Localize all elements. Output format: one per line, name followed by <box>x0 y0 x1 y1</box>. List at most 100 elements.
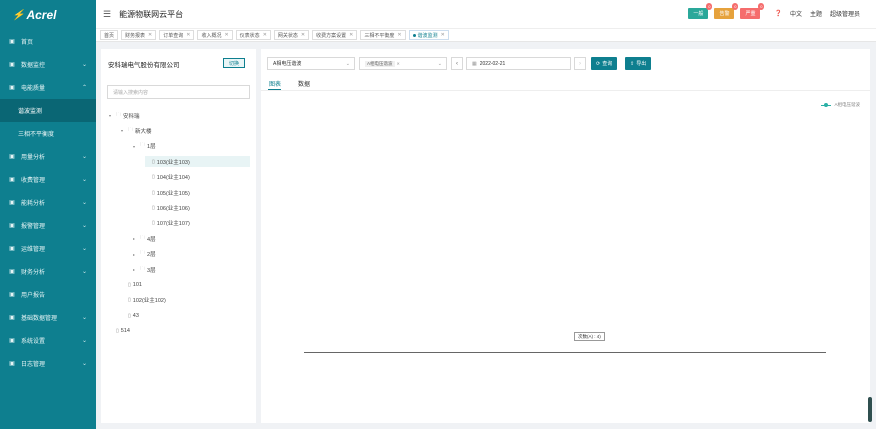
sidebar-item[interactable]: ▣ 财务分析 ⌄ <box>0 260 96 283</box>
chart-tooltip: 次数(A) : 4) <box>574 332 605 341</box>
tab-item[interactable]: 订单查询 ✕ <box>159 30 195 40</box>
tree-node[interactable]: ▯ 105(业主105) <box>145 187 250 198</box>
caret-down-icon[interactable]: ▾ <box>109 113 116 118</box>
sidebar-item[interactable]: ▣ 电能质量 ⌃ <box>0 76 96 99</box>
page-scrollbar[interactable] <box>868 397 872 422</box>
tab-close-icon[interactable]: ✕ <box>441 32 445 38</box>
sidebar-item[interactable]: ▣ 用户报告 <box>0 283 96 306</box>
sidebar-item[interactable]: ▣ 报警管理 ⌄ <box>0 214 96 237</box>
tree-node[interactable]: ▯ 514 <box>109 326 250 337</box>
tab-close-icon[interactable]: ✕ <box>224 32 228 38</box>
tab-close-icon[interactable]: ✕ <box>397 32 401 38</box>
menu-toggle-icon[interactable]: ☰ <box>103 9 111 20</box>
tab-item[interactable]: 网关状态 ✕ <box>273 30 310 40</box>
tree-node[interactable]: ▾ 🗀 1层 <box>133 141 250 152</box>
alert-badge-label: 严重 <box>745 11 756 17</box>
chevron-down-icon: ⌄ <box>81 177 87 183</box>
chart-legend[interactable]: A相电压谐波 <box>821 102 860 108</box>
caret-down-icon[interactable]: ▾ <box>133 144 140 149</box>
tree-search-input[interactable]: 请输入搜索内容 <box>107 85 250 99</box>
tab-item[interactable]: 仪表状态 ✕ <box>235 30 271 40</box>
calendar-icon: ▦ <box>472 60 477 67</box>
tree-node[interactable]: ▸ 🗀 3层 <box>133 264 250 275</box>
sidebar-item[interactable]: ▣ 能耗分析 ⌄ <box>0 191 96 214</box>
sidebar-subitem[interactable]: 三相不平衡度 <box>0 122 96 145</box>
tab-close-icon[interactable]: ✕ <box>148 32 152 38</box>
sidebar-item[interactable]: ▣ 基础数据管理 ⌄ <box>0 306 96 329</box>
sidebar-item[interactable]: ▣ 首页 <box>0 30 96 53</box>
user-menu[interactable]: 超级管理员 <box>830 9 860 18</box>
caret-down-icon[interactable]: ▾ <box>121 128 128 133</box>
tree-node-label: 2层 <box>147 252 156 259</box>
parameter-select[interactable]: A相电压谐波 ⌄ <box>267 57 355 70</box>
tree-node[interactable]: ▾ 🗀 安科瑞 <box>109 110 250 121</box>
maintenance-icon: ▣ <box>9 246 15 252</box>
tab-item[interactable]: 首页 <box>100 30 119 40</box>
date-picker[interactable]: ▦ 2022-02-21 <box>466 57 571 70</box>
tab-close-icon[interactable]: ✕ <box>186 32 190 38</box>
alert-badge-button[interactable]: 告警 0 <box>714 3 739 19</box>
sidebar-item[interactable]: ▣ 收费管理 ⌄ <box>0 168 96 191</box>
tree-node-label: 103(业主103) <box>156 159 190 166</box>
meter-icon: ▯ <box>152 158 155 165</box>
sidebar-subitem[interactable]: 谐波监测 <box>0 99 96 122</box>
tree-node[interactable]: ▯ 101 <box>121 279 250 290</box>
tree-node-label: 新大楼 <box>135 128 152 135</box>
theme-select[interactable]: 主题 <box>810 9 822 18</box>
tree-node[interactable]: ▯ 102(业主102) <box>121 295 250 306</box>
tab-item[interactable]: 三相不平衡度 ✕ <box>360 30 406 40</box>
language-select[interactable]: 中文 <box>790 9 802 18</box>
export-button[interactable]: ⇪ 导出 <box>625 57 652 70</box>
date-value: 2022-02-21 <box>479 60 506 67</box>
report-icon: ▣ <box>9 292 15 298</box>
tree-node[interactable]: ▯ 104(业主104) <box>145 172 250 183</box>
tab-close-icon[interactable]: ✕ <box>349 32 353 38</box>
chevron-down-icon: ⌄ <box>437 60 442 67</box>
alert-badge-label: 一般 <box>693 11 704 17</box>
help-icon[interactable]: ❓ <box>774 10 781 17</box>
tab-data[interactable]: 数据 <box>298 79 310 88</box>
sidebar-item-label: 用量分析 <box>21 155 46 161</box>
sidebar-item[interactable]: ▣ 数据监控 ⌄ <box>0 53 96 76</box>
next-date-button[interactable]: › <box>574 57 586 70</box>
caret-right-icon[interactable]: ▸ <box>133 252 140 257</box>
series-select[interactable]: A相电压谐波 ✕ ⌄ <box>359 57 447 70</box>
sidebar: ⚡ Acrel ▣ 首页 ▣ 数据监控 ⌄ ▣ 电能质量 ⌃ 谐波监测 三相不平衡度 ▣ 用量分析 ⌄ ▣ 收… <box>0 0 96 429</box>
tree-node-label: 107(业主107) <box>156 221 190 228</box>
switch-button[interactable]: 切换 <box>223 58 246 68</box>
sidebar-item-label: 基础数据管理 <box>21 316 58 322</box>
tree-node[interactable]: ▾ 🗀 新大楼 <box>121 125 250 136</box>
tab-close-icon[interactable]: ✕ <box>301 32 305 38</box>
prev-date-button[interactable]: ‹ <box>451 57 463 70</box>
tree-node[interactable]: ▯ 43 <box>121 310 250 321</box>
caret-right-icon[interactable]: ▸ <box>133 236 140 241</box>
tree-node[interactable]: ▸ 🗀 4层 <box>133 233 250 244</box>
tree-node[interactable]: ▸ 🗀 2层 <box>133 249 250 260</box>
tab-chart[interactable]: 图表 <box>269 79 281 88</box>
sidebar-item-label: 能耗分析 <box>21 201 46 207</box>
tree-node[interactable]: ▯ 103(业主103) <box>145 156 250 168</box>
tab-item[interactable]: 收入概况 ✕ <box>197 30 233 40</box>
tab-label: 收入概况 <box>201 32 222 39</box>
sidebar-item[interactable]: ▣ 日志管理 ⌄ <box>0 352 96 375</box>
alert-badge-button[interactable]: 一般 0 <box>688 3 713 19</box>
tree-node-label: 106(业主106) <box>156 205 190 212</box>
tree-node[interactable]: ▯ 106(业主106) <box>145 202 250 213</box>
sidebar-item[interactable]: ▣ 用量分析 ⌄ <box>0 145 96 168</box>
tree-node[interactable]: ▯ 107(业主107) <box>145 218 250 229</box>
tab-close-icon[interactable]: ✕ <box>263 32 267 38</box>
chevron-down-icon: ⌄ <box>81 315 87 321</box>
sidebar-item[interactable]: ▣ 运维管理 ⌄ <box>0 237 96 260</box>
header-right: 一般 0 告警 0 严重 0 ❓ 中文 主题 超级管理员 <box>688 3 860 19</box>
sidebar-item[interactable]: ▣ 系统设置 ⌄ <box>0 329 96 352</box>
caret-right-icon[interactable]: ▸ <box>133 267 140 272</box>
tag-close-icon[interactable]: ✕ <box>397 61 400 66</box>
query-button[interactable]: ⟳ 查询 <box>591 57 618 70</box>
tab-item[interactable]: 财务报表 ✕ <box>121 30 157 40</box>
alert-badge-label: 告警 <box>719 11 730 17</box>
alert-count: 0 <box>758 3 765 10</box>
alert-count: 0 <box>732 3 739 10</box>
tab-item[interactable]: 谐波监测 ✕ <box>408 30 449 40</box>
alert-badge-button[interactable]: 严重 0 <box>740 3 765 19</box>
tab-item[interactable]: 收费方案设置 ✕ <box>312 30 358 40</box>
